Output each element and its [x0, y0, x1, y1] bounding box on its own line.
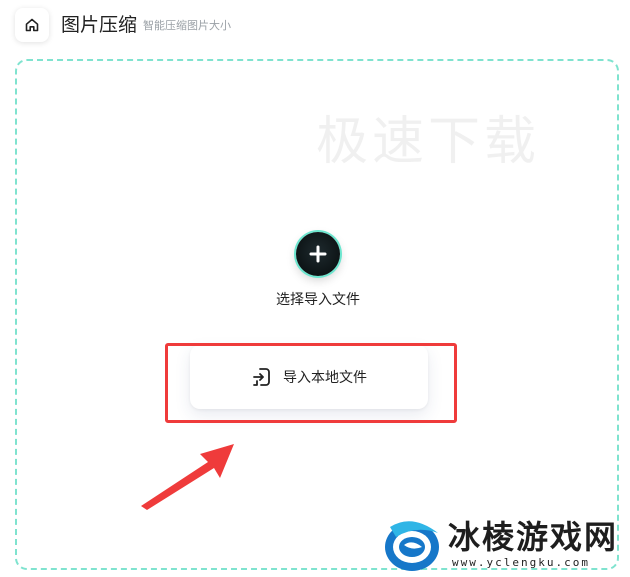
watermark-text: 极速下载 [316, 112, 541, 172]
select-file-label: 选择导入文件 [276, 292, 360, 308]
import-local-file-label: 导入本地文件 [283, 370, 367, 386]
page-title: 图片压缩 [61, 14, 138, 36]
plus-icon [309, 245, 327, 263]
home-icon [25, 18, 39, 32]
arrow-annotation [141, 444, 234, 510]
import-file-icon [253, 368, 270, 386]
import-local-file-button[interactable]: 导入本地文件 [190, 345, 428, 409]
page: 图片压缩 智能压缩图片大小 极速下载 选择导入文件 导入本地文件 冰棱游戏网 w… [0, 0, 630, 577]
site-logo [385, 521, 439, 571]
page-subtitle: 智能压缩图片大小 [143, 19, 231, 32]
site-name: 冰棱游戏网 [448, 518, 619, 556]
site-url: www.yclengku.com [452, 556, 590, 569]
home-button[interactable] [15, 8, 49, 42]
add-file-button[interactable] [296, 232, 340, 276]
